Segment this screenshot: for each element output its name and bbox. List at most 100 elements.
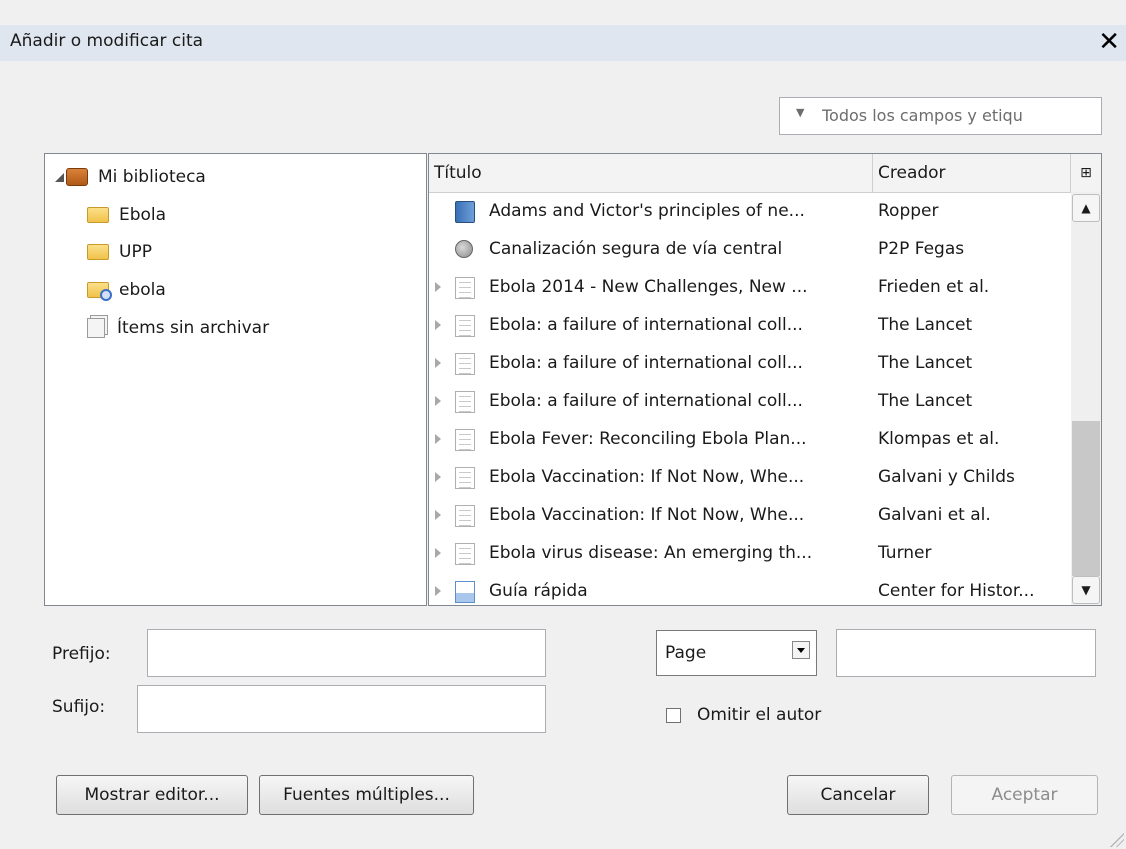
search-mode-dropdown-icon[interactable]: ▼ xyxy=(796,106,804,119)
multiple-sources-button[interactable]: Fuentes múltiples... xyxy=(259,775,474,815)
column-header-creator[interactable]: Creador xyxy=(873,154,1071,192)
tree-item-ebola-search[interactable]: ebola xyxy=(87,276,166,304)
article-icon xyxy=(455,391,475,413)
column-picker-icon[interactable]: ⊞ xyxy=(1071,154,1101,192)
locator-input[interactable] xyxy=(836,629,1096,677)
tree-item-unfiled[interactable]: Ítems sin archivar xyxy=(87,314,269,342)
add-citation-dialog: Añadir o modificar cita ✕ ▼ Todos los ca… xyxy=(0,0,1126,849)
resize-grip-icon[interactable] xyxy=(1110,833,1124,847)
table-row[interactable]: Ebola Vaccination: If Not Now, Whe... Ga… xyxy=(429,458,1071,496)
scroll-thumb[interactable] xyxy=(1072,421,1100,576)
tree-item-label: Ítems sin archivar xyxy=(117,318,270,338)
tree-item-label: ebola xyxy=(119,280,166,300)
show-editor-button[interactable]: Mostrar editor... xyxy=(56,775,248,815)
row-creator: The Lancet xyxy=(878,315,973,335)
suffix-input[interactable] xyxy=(137,685,546,733)
search-field[interactable]: ▼ Todos los campos y etiqu xyxy=(779,97,1102,135)
folder-icon xyxy=(87,207,109,223)
tree-item-upp[interactable]: UPP xyxy=(87,238,152,266)
tree-item-label: Mi biblioteca xyxy=(98,167,206,187)
expand-triangle-icon[interactable] xyxy=(435,282,441,292)
list-header: Título Creador ⊞ xyxy=(429,154,1101,193)
title-bar: Añadir o modificar cita ✕ xyxy=(0,25,1126,61)
expand-triangle-icon[interactable] xyxy=(435,548,441,558)
table-row[interactable]: Ebola: a failure of international coll..… xyxy=(429,306,1071,344)
row-title: Ebola: a failure of international coll..… xyxy=(489,391,803,411)
prefix-input[interactable] xyxy=(147,629,546,677)
table-row[interactable]: Canalización segura de vía central P2P F… xyxy=(429,230,1071,268)
article-icon xyxy=(455,353,475,375)
expand-triangle-icon[interactable] xyxy=(435,320,441,330)
expand-triangle-icon[interactable] xyxy=(435,586,441,596)
expand-triangle-icon[interactable] xyxy=(435,396,441,406)
omit-author-checkbox[interactable] xyxy=(666,708,681,723)
table-row[interactable]: Ebola: a failure of international coll..… xyxy=(429,382,1071,420)
search-placeholder: Todos los campos y etiqu xyxy=(822,106,1023,125)
row-title: Adams and Victor's principles of ne... xyxy=(489,201,805,221)
omit-author-label: Omitir el autor xyxy=(697,705,822,725)
article-icon xyxy=(455,505,475,527)
library-icon xyxy=(66,168,88,186)
article-icon xyxy=(455,315,475,337)
expand-triangle-icon[interactable] xyxy=(435,358,441,368)
table-row[interactable]: Ebola Vaccination: If Not Now, Whe... Ga… xyxy=(429,496,1071,534)
table-row[interactable]: Ebola: a failure of international coll..… xyxy=(429,344,1071,382)
table-row[interactable]: Ebola Fever: Reconciling Ebola Plan... K… xyxy=(429,420,1071,458)
article-icon xyxy=(455,277,475,299)
row-title: Ebola virus disease: An emerging th... xyxy=(489,543,813,563)
row-creator: The Lancet xyxy=(878,391,973,411)
scroll-up-icon[interactable]: ▲ xyxy=(1072,194,1100,222)
book-icon xyxy=(455,201,475,223)
row-creator: Turner xyxy=(878,543,932,563)
tree-item-label: Ebola xyxy=(119,205,167,225)
expand-triangle-icon[interactable] xyxy=(435,510,441,520)
row-creator: Klompas et al. xyxy=(878,429,1000,449)
cancel-button[interactable]: Cancelar xyxy=(787,775,929,815)
row-title: Ebola 2014 - New Challenges, New ... xyxy=(489,277,808,297)
document-icon xyxy=(455,581,475,603)
row-creator: Frieden et al. xyxy=(878,277,990,297)
table-row[interactable]: Ebola virus disease: An emerging th... T… xyxy=(429,534,1071,572)
row-creator: The Lancet xyxy=(878,353,973,373)
table-row[interactable]: Guía rápida Center for Histor... xyxy=(429,572,1071,605)
vertical-scrollbar[interactable]: ▲ ▼ xyxy=(1071,192,1101,605)
row-title: Ebola Vaccination: If Not Now, Whe... xyxy=(489,467,805,487)
row-title: Guía rápida xyxy=(489,581,588,601)
close-icon[interactable]: ✕ xyxy=(1098,27,1120,57)
article-icon xyxy=(455,429,475,451)
scroll-down-icon[interactable]: ▼ xyxy=(1072,576,1100,604)
row-title: Ebola Fever: Reconciling Ebola Plan... xyxy=(489,429,807,449)
row-creator: Ropper xyxy=(878,201,939,221)
locator-type-select[interactable]: Page xyxy=(656,630,817,676)
article-icon xyxy=(455,543,475,565)
expand-triangle-icon[interactable] xyxy=(435,472,441,482)
tree-item-my-library[interactable]: Mi biblioteca xyxy=(55,163,206,191)
table-row[interactable]: Ebola 2014 - New Challenges, New ... Fri… xyxy=(429,268,1071,306)
suffix-label: Sufijo: xyxy=(52,697,106,717)
chevron-down-icon[interactable] xyxy=(792,641,810,659)
items-list[interactable]: Título Creador ⊞ Adams and Victor's prin… xyxy=(428,153,1102,606)
collections-tree[interactable]: Mi biblioteca Ebola UPP ebola Ítems sin … xyxy=(44,153,427,606)
folder-icon xyxy=(87,244,109,260)
table-row[interactable]: Adams and Victor's principles of ne... R… xyxy=(429,192,1071,230)
expanded-triangle-icon[interactable] xyxy=(55,172,64,182)
row-creator: Center for Histor... xyxy=(878,581,1035,601)
row-creator: Galvani y Childs xyxy=(878,467,1015,487)
saved-search-icon xyxy=(87,282,112,301)
row-title: Ebola: a failure of international coll..… xyxy=(489,315,803,335)
column-header-title[interactable]: Título xyxy=(429,154,873,192)
row-title: Ebola Vaccination: If Not Now, Whe... xyxy=(489,505,805,525)
unfiled-items-icon xyxy=(87,318,105,338)
row-creator: Galvani et al. xyxy=(878,505,991,525)
prefix-label: Prefijo: xyxy=(52,644,111,664)
tree-item-ebola[interactable]: Ebola xyxy=(87,201,166,229)
dialog-title: Añadir o modificar cita xyxy=(10,31,204,51)
webpage-icon xyxy=(455,240,473,258)
row-title: Canalización segura de vía central xyxy=(489,239,783,259)
row-title: Ebola: a failure of international coll..… xyxy=(489,353,803,373)
expand-triangle-icon[interactable] xyxy=(435,434,441,444)
article-icon xyxy=(455,467,475,489)
locator-type-value: Page xyxy=(665,643,707,663)
accept-button[interactable]: Aceptar xyxy=(951,775,1098,815)
tree-item-label: UPP xyxy=(119,242,152,262)
